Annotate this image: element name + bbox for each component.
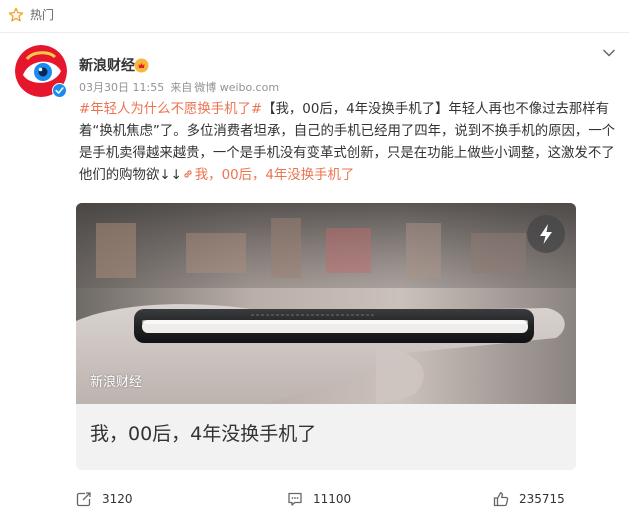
post-text: #年轻人为什么不愿换手机了#【我，00后，4年没换手机了】年轻人再也不像过去那样… — [79, 99, 619, 187]
post-meta: 03月30日 11:55 来自 微博 weibo.com — [79, 81, 285, 95]
comment-count: 11100 — [313, 492, 352, 506]
repost-count: 3120 — [102, 492, 133, 506]
article-link-label: 我，00后，4年没换手机了 — [194, 168, 355, 183]
image-watermark: 新浪财经 — [90, 375, 143, 390]
article-link[interactable]: 我，00后，4年没换手机了 — [182, 168, 354, 183]
comment-icon — [288, 492, 302, 506]
phone-photo — [76, 203, 576, 404]
article-card[interactable]: 新浪财经 我，00后，4年没换手机了 — [76, 203, 576, 470]
post-source: 微博 weibo.com — [194, 81, 280, 94]
star-outline-icon — [8, 7, 24, 22]
verified-badge-icon — [52, 83, 67, 98]
level-badge-icon — [134, 58, 149, 73]
like-count: 235715 — [519, 492, 565, 506]
chevron-down-icon[interactable] — [602, 48, 616, 58]
comment-button[interactable]: 11100 — [287, 490, 351, 508]
repost-icon — [76, 492, 91, 507]
lightning-badge — [527, 215, 565, 253]
thumbs-up-icon — [493, 492, 509, 507]
card-title[interactable]: 我，00后，4年没换手机了 — [90, 422, 316, 446]
source-prefix: 来自 — [170, 81, 193, 94]
repost-button[interactable]: 3120 — [76, 490, 133, 508]
link-icon — [184, 170, 192, 178]
hot-label: 热门 — [30, 8, 55, 22]
topic-link[interactable]: #年轻人为什么不愿换手机了# — [79, 102, 262, 117]
hot-bar: 热门 — [0, 0, 629, 33]
post-date[interactable]: 03月30日 11:55 — [79, 81, 164, 94]
lightning-icon — [540, 224, 552, 244]
author-name[interactable]: 新浪财经 — [79, 57, 135, 75]
like-button[interactable]: 235715 — [493, 490, 565, 508]
